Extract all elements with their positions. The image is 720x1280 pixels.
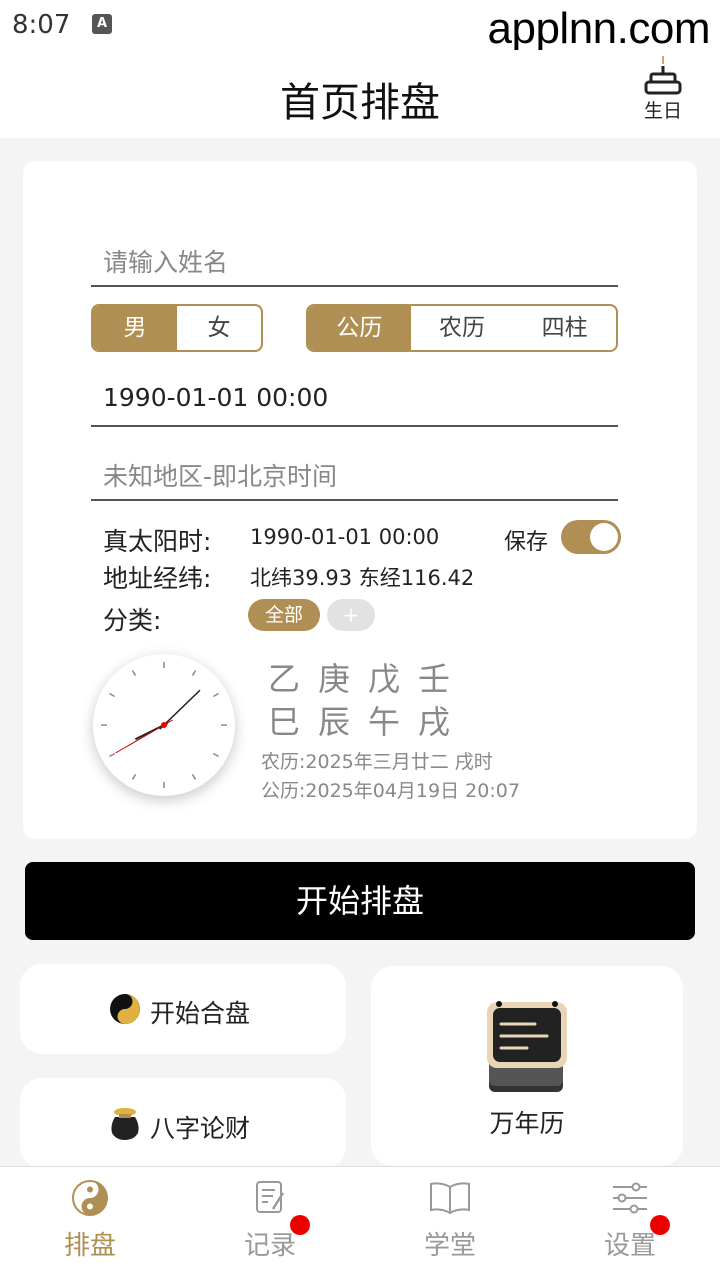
clock-tick: [212, 692, 219, 698]
solar-time-value: 1990-01-01 00:00: [250, 525, 440, 549]
lunar-date-line: 农历:2025年三月廿二 戌时: [261, 751, 493, 773]
nav-label-records: 记录: [243, 1231, 296, 1261]
notes-icon: [256, 1181, 285, 1213]
solar-time-label: 真太阳时:: [103, 527, 212, 556]
nav-item-records[interactable]: 记录: [210, 1179, 330, 1262]
birthday-button[interactable]: 生日: [640, 54, 686, 124]
start-chart-button[interactable]: 开始排盘: [25, 862, 695, 940]
money-bag-icon: [111, 1108, 139, 1140]
watermark: applnn.com: [487, 4, 711, 53]
lucai-label: 八字论财: [150, 1114, 251, 1143]
nav-label-school: 学堂: [423, 1231, 476, 1261]
save-label: 保存: [504, 530, 549, 555]
calendar-type-selector: 公历 农历 四柱: [306, 304, 618, 352]
nav-label-paipan: 排盘: [63, 1231, 116, 1261]
clock-tick: [191, 773, 197, 780]
gender-selector: 男 女: [91, 304, 263, 352]
status-time: 8:07: [12, 10, 71, 40]
heavenly-stems: 乙庚戊壬: [268, 660, 469, 698]
notification-icon: A: [92, 14, 112, 34]
name-input[interactable]: 请输入姓名: [103, 243, 228, 279]
gender-female-option[interactable]: 女: [177, 306, 261, 350]
lucai-card[interactable]: 八字论财: [20, 1078, 346, 1168]
category-label: 分类:: [103, 606, 162, 635]
chart-form-card: 请输入姓名 男 女 公历 农历 四柱 1990-01-01 00:00 未知地区…: [23, 161, 697, 839]
status-bar: 8:07 A applnn.com: [0, 0, 720, 53]
nav-item-paipan[interactable]: 排盘: [30, 1179, 150, 1262]
solar-date-line: 公历:2025年04月19日 20:07: [261, 780, 520, 802]
gender-male-option[interactable]: 男: [93, 306, 177, 350]
location-input[interactable]: 未知地区-即北京时间: [103, 457, 337, 493]
bottom-nav: 排盘 记录 学堂 设置: [0, 1166, 720, 1280]
records-badge: [290, 1215, 310, 1235]
hepan-card[interactable]: 开始合盘: [20, 964, 346, 1054]
toggle-knob: [590, 523, 618, 551]
coords-value: 北纬39.93 东经116.42: [250, 566, 475, 590]
nav-item-school[interactable]: 学堂: [390, 1179, 510, 1262]
clock-tick: [131, 773, 137, 780]
header: 首页排盘 生日: [0, 50, 720, 138]
yinyang-icon: [72, 1180, 108, 1216]
cake-icon: [644, 56, 682, 95]
coords-label: 地址经纬:: [103, 564, 212, 593]
datetime-input[interactable]: 1990-01-01 00:00: [103, 383, 328, 412]
wannianli-label: 万年历: [489, 1109, 565, 1138]
category-add-chip[interactable]: +: [327, 599, 375, 631]
datetime-underline: [91, 425, 618, 427]
clock-face: [101, 662, 227, 788]
yinyang-icon: [110, 994, 140, 1024]
hepan-label: 开始合盘: [150, 999, 251, 1028]
location-underline: [91, 499, 618, 501]
clock: [93, 654, 235, 796]
earthly-branches: 巳辰午戌: [268, 703, 469, 741]
book-icon: [430, 1182, 470, 1215]
calendar-solar-option[interactable]: 公历: [308, 306, 411, 350]
name-input-underline: [91, 285, 618, 287]
save-toggle[interactable]: [561, 520, 621, 554]
category-all-chip[interactable]: 全部: [248, 599, 320, 631]
sliders-icon: [613, 1182, 647, 1214]
calendar-sizhu-option[interactable]: 四柱: [513, 306, 616, 350]
nav-item-settings[interactable]: 设置: [570, 1179, 690, 1262]
calendar-icon: [487, 1001, 567, 1092]
clock-tick: [212, 752, 219, 758]
page-title: 首页排盘: [280, 80, 440, 126]
clock-tick: [109, 692, 116, 698]
clock-tick: [109, 752, 116, 758]
nav-label-settings: 设置: [603, 1231, 656, 1261]
calendar-lunar-option[interactable]: 农历: [411, 306, 514, 350]
wannianli-card[interactable]: 万年历: [371, 966, 683, 1166]
settings-badge: [650, 1215, 670, 1235]
birthday-label: 生日: [643, 100, 682, 122]
clock-tick: [191, 670, 197, 677]
clock-tick: [131, 670, 137, 677]
